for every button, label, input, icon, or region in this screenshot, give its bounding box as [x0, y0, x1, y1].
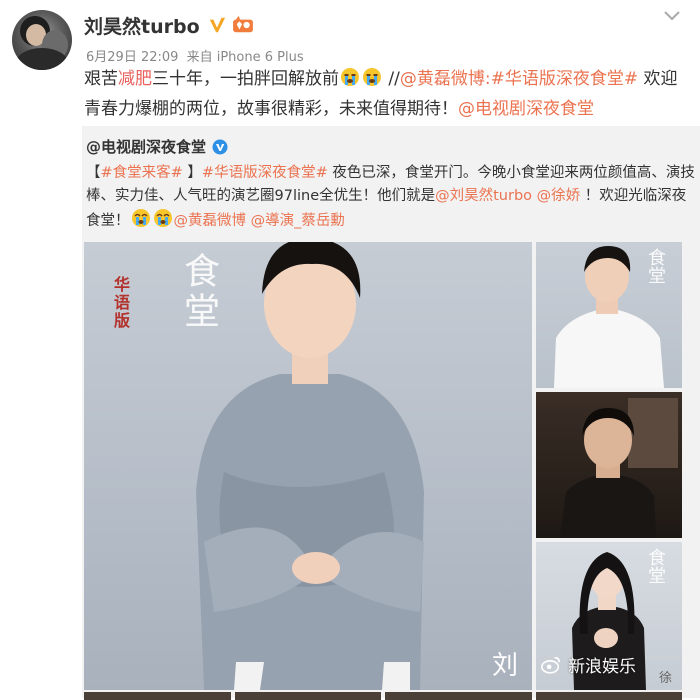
post-meta: 6月29日 22:09 来自 iPhone 6 Plus — [86, 46, 304, 65]
watermark: 新浪娱乐 — [540, 652, 636, 677]
side-poster-title: 食堂 — [645, 248, 666, 284]
person-illustration — [560, 398, 678, 538]
hashtag-late-night-diner[interactable]: #华语版深夜食堂# — [202, 165, 328, 181]
post-text: 艰苦减肥三十年，一拍胖回解放前 //@黄磊微博:#华语版深夜食堂# 欢迎青春力爆… — [84, 68, 678, 119]
side-poster-corner: 徐 — [658, 671, 672, 686]
mention-xu[interactable]: @徐娇 — [537, 188, 581, 204]
mention-director[interactable]: @導演_蔡岳勳 — [251, 213, 345, 229]
photo-thumb — [385, 692, 532, 700]
verified-v-icon — [212, 139, 228, 154]
more-photos-strip[interactable] — [84, 692, 682, 700]
mention-huanglei[interactable]: @黄磊微博 — [400, 69, 485, 89]
verified-v-icon — [209, 17, 225, 33]
poster-corner-name: 刘 — [491, 651, 518, 681]
mention-huanglei[interactable]: @黄磊微博 — [174, 213, 247, 229]
person-illustration — [196, 242, 424, 690]
crying-emoji-icon — [363, 68, 381, 86]
side-poster-title: 食堂 — [645, 548, 666, 584]
poster-title: 食堂 — [178, 252, 219, 332]
hashtag-cafeteria-guest[interactable]: #食堂来客# — [101, 165, 183, 181]
post-source: iPhone 6 Plus — [216, 50, 304, 65]
crying-emoji-icon — [131, 209, 150, 227]
hashtag-late-night-diner[interactable]: #华语版深夜食堂# — [491, 69, 639, 89]
watermark-text: 新浪娱乐 — [568, 657, 636, 677]
photo-thumb — [535, 692, 682, 700]
poster-version: 华语版 — [111, 276, 130, 330]
author-name[interactable]: 刘昊然turbo — [84, 12, 200, 39]
crying-emoji-icon — [341, 68, 359, 86]
source-prefix: 来自 — [186, 50, 213, 65]
post-date[interactable]: 6月29日 22:09 — [86, 50, 178, 65]
photo-thumb — [234, 692, 381, 700]
mention-tv-show[interactable]: @电视剧深夜食堂 — [458, 99, 594, 119]
post-header: 刘昊然turbo — [84, 12, 254, 38]
repost-author-row: @电视剧深夜食堂 — [86, 136, 228, 157]
side-photo-1[interactable]: 食堂 — [536, 242, 682, 388]
avatar[interactable] — [12, 10, 72, 70]
weibo-logo-icon — [541, 656, 561, 674]
mention-liu[interactable]: @刘昊然turbo — [435, 188, 532, 204]
repost-text: 【#食堂来客# 】#华语版深夜食堂# 夜色已深，食堂开门。今晚小食堂迎来两位颜值… — [86, 165, 695, 229]
repost-author-name[interactable]: @电视剧深夜食堂 — [86, 136, 206, 157]
side-photo-2[interactable] — [536, 392, 682, 538]
highlight-word: 减肥 — [118, 69, 152, 89]
repost-card[interactable]: @电视剧深夜食堂 【#食堂来客# 】#华语版深夜食堂# 夜色已深，食堂开门。今晚… — [82, 126, 700, 700]
fan-club-icon[interactable] — [232, 16, 254, 34]
chevron-down-icon[interactable] — [662, 8, 682, 24]
crying-emoji-icon — [153, 209, 172, 227]
photo-thumb — [84, 692, 231, 700]
main-photo[interactable]: 食堂 华语版 刘 — [84, 242, 532, 690]
